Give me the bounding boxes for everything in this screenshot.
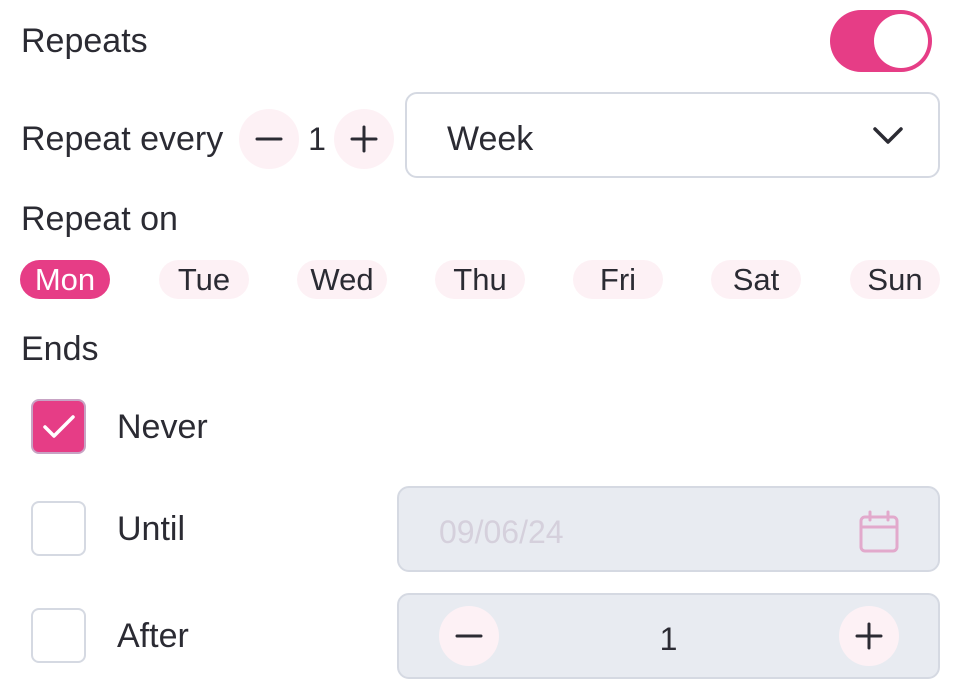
- day-chip-mon[interactable]: Mon: [20, 260, 110, 299]
- repeat-unit-value: Week: [447, 120, 534, 158]
- plus-icon: [350, 125, 378, 153]
- day-chip-wed[interactable]: Wed: [297, 260, 387, 299]
- repeat-every-label: Repeat every: [21, 120, 224, 158]
- ends-label: Ends: [21, 330, 99, 368]
- repeat-every-increment-button[interactable]: [334, 109, 394, 169]
- after-increment-button[interactable]: [839, 606, 899, 666]
- until-checkbox[interactable]: [31, 501, 86, 556]
- repeats-toggle[interactable]: [830, 10, 932, 72]
- day-chip-thu[interactable]: Thu: [435, 260, 525, 299]
- until-date-input[interactable]: 09/06/24: [397, 486, 940, 572]
- after-label: After: [117, 617, 189, 655]
- toggle-knob: [874, 14, 928, 68]
- repeat-on-label: Repeat on: [21, 200, 178, 238]
- plus-icon: [855, 622, 883, 650]
- repeat-unit-select[interactable]: Week: [405, 92, 940, 178]
- minus-icon: [255, 137, 283, 141]
- day-chip-tue[interactable]: Tue: [159, 260, 249, 299]
- never-checkbox[interactable]: [31, 399, 86, 454]
- until-label: Until: [117, 510, 186, 548]
- repeats-label: Repeats: [21, 22, 148, 60]
- repeat-every-count: 1: [308, 121, 326, 157]
- never-label: Never: [117, 408, 208, 446]
- until-date-placeholder: 09/06/24: [439, 514, 564, 550]
- after-checkbox[interactable]: [31, 608, 86, 663]
- day-chip-sat[interactable]: Sat: [711, 260, 801, 299]
- chevron-down-icon: [873, 127, 903, 144]
- after-count-stepper[interactable]: 1: [397, 593, 940, 679]
- day-chip-sun[interactable]: Sun: [850, 260, 940, 299]
- checkmark-icon: [42, 414, 75, 438]
- repeat-every-decrement-button[interactable]: [239, 109, 299, 169]
- day-chip-fri[interactable]: Fri: [573, 260, 663, 299]
- calendar-icon[interactable]: [858, 510, 900, 554]
